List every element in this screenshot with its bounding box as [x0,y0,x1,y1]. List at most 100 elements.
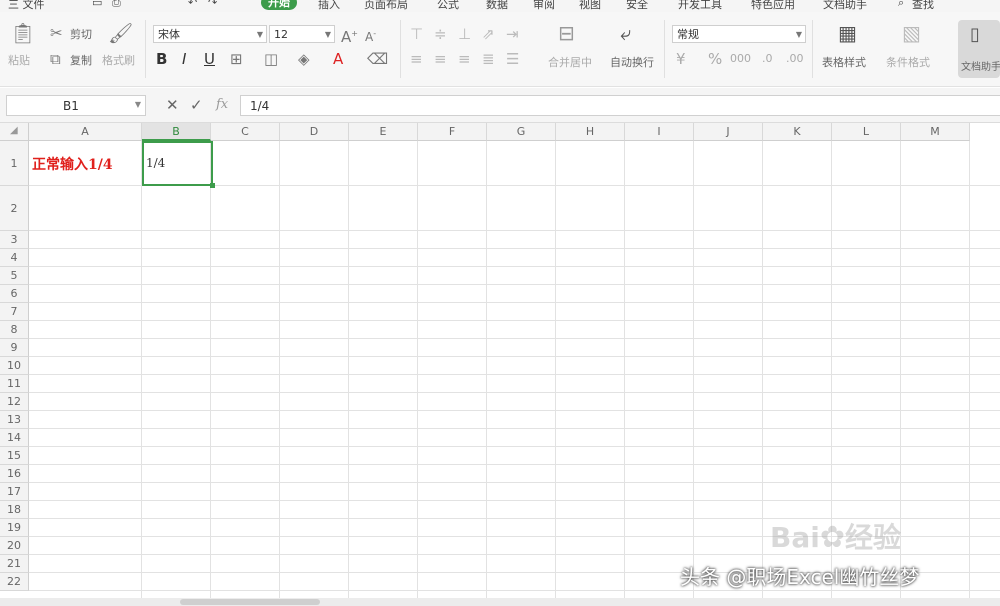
cut-button[interactable]: 剪切 [70,26,92,42]
justify-icon[interactable]: ≣ [482,50,495,68]
thousands-icon[interactable]: 000 [730,50,751,68]
percent-icon[interactable]: % [708,50,722,68]
column-header-a[interactable]: A [29,123,142,141]
tab-developer[interactable]: 开发工具 [678,0,722,12]
conditional-format-icon[interactable]: ▧ [902,23,921,43]
row-header-18[interactable]: 18 [0,501,29,519]
row-header-12[interactable]: 12 [0,393,29,411]
confirm-icon[interactable]: ✓ [190,96,203,114]
row-header-11[interactable]: 11 [0,375,29,393]
column-header-j[interactable]: J [694,123,763,141]
row-header-17[interactable]: 17 [0,483,29,501]
horizontal-scrollbar[interactable] [0,598,1000,606]
font-name-select[interactable]: 宋体 ▼ [153,25,267,43]
column-header-c[interactable]: C [211,123,280,141]
orientation-icon[interactable]: ⇗ [482,25,495,43]
row-header-4[interactable]: 4 [0,249,29,267]
table-style-icon[interactable]: ▦ [838,23,857,43]
column-header-d[interactable]: D [280,123,349,141]
column-header-i[interactable]: I [625,123,694,141]
format-painter-icon[interactable]: 🖌︎ [108,23,133,43]
italic-icon[interactable]: I [182,50,186,68]
print-icon[interactable]: ⎙ [112,0,121,10]
row-header-19[interactable]: 19 [0,519,29,537]
bold-icon[interactable]: B [156,50,167,68]
distributed-icon[interactable]: ☰ [506,50,519,68]
cancel-icon[interactable]: ✕ [166,96,179,114]
row-header-10[interactable]: 10 [0,357,29,375]
decimal-decrease-icon[interactable]: .00 [786,50,804,68]
fill-handle[interactable] [210,183,215,188]
align-bottom-icon[interactable]: ⊥ [458,25,471,43]
cut-icon[interactable]: ✂ [50,24,63,42]
tab-review[interactable]: 审阅 [533,0,555,12]
row-header-22[interactable]: 22 [0,573,29,591]
column-header-e[interactable]: E [349,123,418,141]
row-header-14[interactable]: 14 [0,429,29,447]
scroll-thumb[interactable] [180,599,320,605]
row-header-7[interactable]: 7 [0,303,29,321]
tab-security[interactable]: 安全 [626,0,648,12]
currency-icon[interactable]: ¥ [676,50,686,68]
search-icon[interactable]: ⌕ [898,0,904,10]
paste-button[interactable]: 粘贴 [8,52,30,68]
name-box[interactable]: B1 ▼ [6,95,146,116]
border-icon[interactable]: ⊞ [230,50,243,68]
column-header-g[interactable]: G [487,123,556,141]
copy-button[interactable]: 复制 [70,52,92,68]
merge-center-button[interactable]: 合并居中 [548,54,592,70]
tab-data[interactable]: 数据 [486,0,508,12]
column-header-l[interactable]: L [832,123,901,141]
save-icon[interactable]: ▭ [92,0,102,9]
align-right-icon[interactable]: ≡ [458,50,471,68]
clear-format-icon[interactable]: ⌫ [367,50,388,68]
tab-formula[interactable]: 公式 [437,0,459,12]
row-header-8[interactable]: 8 [0,321,29,339]
tab-page-layout[interactable]: 页面布局 [364,0,408,12]
search-label[interactable]: 查找 [912,0,934,12]
column-header-h[interactable]: H [556,123,625,141]
select-all-corner[interactable]: ◢ [0,123,29,141]
increase-font-icon[interactable]: A+ [341,25,358,46]
format-painter-button[interactable]: 格式刷 [102,52,135,68]
row-header-1[interactable]: 1 [0,141,29,186]
cell-a1[interactable]: 正常输入1/4 [32,154,113,174]
align-top-icon[interactable]: ⊤ [410,25,423,43]
row-header-13[interactable]: 13 [0,411,29,429]
row-header-20[interactable]: 20 [0,537,29,555]
font-size-select[interactable]: 12 ▼ [269,25,335,43]
formula-input[interactable]: 1/4 [240,95,1000,116]
merge-center-icon[interactable]: ⊟ [558,23,575,43]
column-header-m[interactable]: M [901,123,970,141]
decrease-font-icon[interactable]: A- [365,25,376,46]
row-header-15[interactable]: 15 [0,447,29,465]
number-format-select[interactable]: 常规 ▼ [672,25,806,43]
tab-insert[interactable]: 插入 [318,0,340,12]
align-center-icon[interactable]: ≡ [434,50,447,68]
font-color-icon[interactable]: A [333,50,343,68]
copy-icon[interactable]: ⧉ [50,50,61,68]
align-left-icon[interactable]: ≡ [410,50,423,68]
align-middle-icon[interactable]: ≑ [434,25,447,43]
doc-assistant-button[interactable]: ▯ 文档助手 [958,20,1000,78]
conditional-format-button[interactable]: 条件格式 [886,54,930,70]
column-header-k[interactable]: K [763,123,832,141]
fill-style-icon[interactable]: ◫ [264,50,278,68]
redo-icon[interactable]: ↷ [208,0,217,9]
tab-special[interactable]: 特色应用 [751,0,795,12]
row-header-5[interactable]: 5 [0,267,29,285]
row-header-6[interactable]: 6 [0,285,29,303]
table-style-button[interactable]: 表格样式 [822,54,866,70]
row-header-16[interactable]: 16 [0,465,29,483]
column-header-f[interactable]: F [418,123,487,141]
file-menu[interactable]: 三 文件 [8,0,45,12]
column-header-b[interactable]: B [142,123,211,141]
tab-view[interactable]: 视图 [579,0,601,12]
paste-icon[interactable]: 📋︎ [10,23,36,43]
underline-icon[interactable]: U [204,50,215,68]
undo-icon[interactable]: ↶ [188,0,197,9]
decimal-increase-icon[interactable]: .0 [762,50,773,68]
tab-doc-assistant[interactable]: 文档助手 [823,0,867,12]
row-header-3[interactable]: 3 [0,231,29,249]
fill-color-icon[interactable]: ◈ [298,50,310,68]
